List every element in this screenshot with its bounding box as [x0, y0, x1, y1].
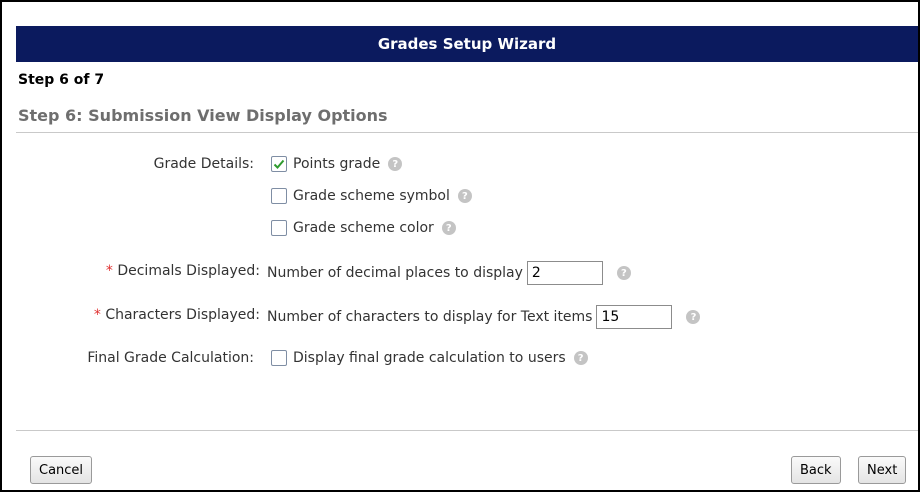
- grade-scheme-symbol-option[interactable]: Grade scheme symbol ?: [271, 185, 472, 207]
- required-marker: *: [93, 307, 101, 323]
- grade-scheme-color-checkbox[interactable]: [271, 220, 287, 236]
- points-grade-option[interactable]: Points grade ?: [271, 153, 403, 175]
- decimals-row: Number of decimal places to display ?: [267, 259, 631, 287]
- check-icon: [273, 159, 285, 169]
- decimals-description: Number of decimal places to display: [267, 265, 523, 281]
- section-divider: [16, 132, 918, 133]
- grade-scheme-color-option[interactable]: Grade scheme color ?: [271, 217, 456, 239]
- help-icon[interactable]: ?: [686, 310, 701, 324]
- final-grade-option-label: Display final grade calculation to users: [293, 350, 566, 366]
- characters-input[interactable]: [596, 305, 673, 329]
- characters-description: Number of characters to display for Text…: [267, 309, 593, 325]
- help-icon[interactable]: ?: [457, 189, 472, 203]
- help-icon[interactable]: ?: [573, 351, 588, 365]
- footer-divider: [16, 430, 918, 431]
- final-grade-calculation-label: Final Grade Calculation:: [87, 350, 254, 366]
- grade-scheme-symbol-label: Grade scheme symbol: [293, 188, 450, 204]
- back-button[interactable]: Back: [791, 456, 841, 484]
- next-button[interactable]: Next: [858, 456, 907, 484]
- final-grade-option[interactable]: Display final grade calculation to users…: [271, 347, 588, 369]
- grade-scheme-symbol-checkbox[interactable]: [271, 188, 287, 204]
- step-indicator: Step 6 of 7: [18, 72, 105, 88]
- grade-details-label: Grade Details:: [153, 156, 254, 172]
- wizard-title: Grades Setup Wizard: [377, 35, 557, 53]
- characters-row: Number of characters to display for Text…: [267, 303, 701, 331]
- wizard-title-bar: Grades Setup Wizard: [16, 26, 918, 62]
- points-grade-label: Points grade: [293, 156, 381, 172]
- decimals-input[interactable]: [526, 261, 603, 285]
- cancel-button[interactable]: Cancel: [30, 456, 93, 484]
- final-grade-checkbox[interactable]: [271, 350, 287, 366]
- help-icon[interactable]: ?: [616, 266, 631, 280]
- help-icon[interactable]: ?: [441, 221, 456, 235]
- points-grade-checkbox[interactable]: [271, 156, 287, 172]
- characters-displayed-label: * Characters Displayed:: [93, 307, 260, 323]
- wizard-window: Grades Setup Wizard Step 6 of 7 Step 6: …: [0, 0, 920, 492]
- grade-scheme-color-label: Grade scheme color: [293, 220, 434, 236]
- decimals-displayed-label: * Decimals Displayed:: [105, 263, 260, 279]
- step-title: Step 6: Submission View Display Options: [18, 106, 388, 125]
- help-icon[interactable]: ?: [388, 157, 403, 171]
- required-marker: *: [105, 263, 113, 279]
